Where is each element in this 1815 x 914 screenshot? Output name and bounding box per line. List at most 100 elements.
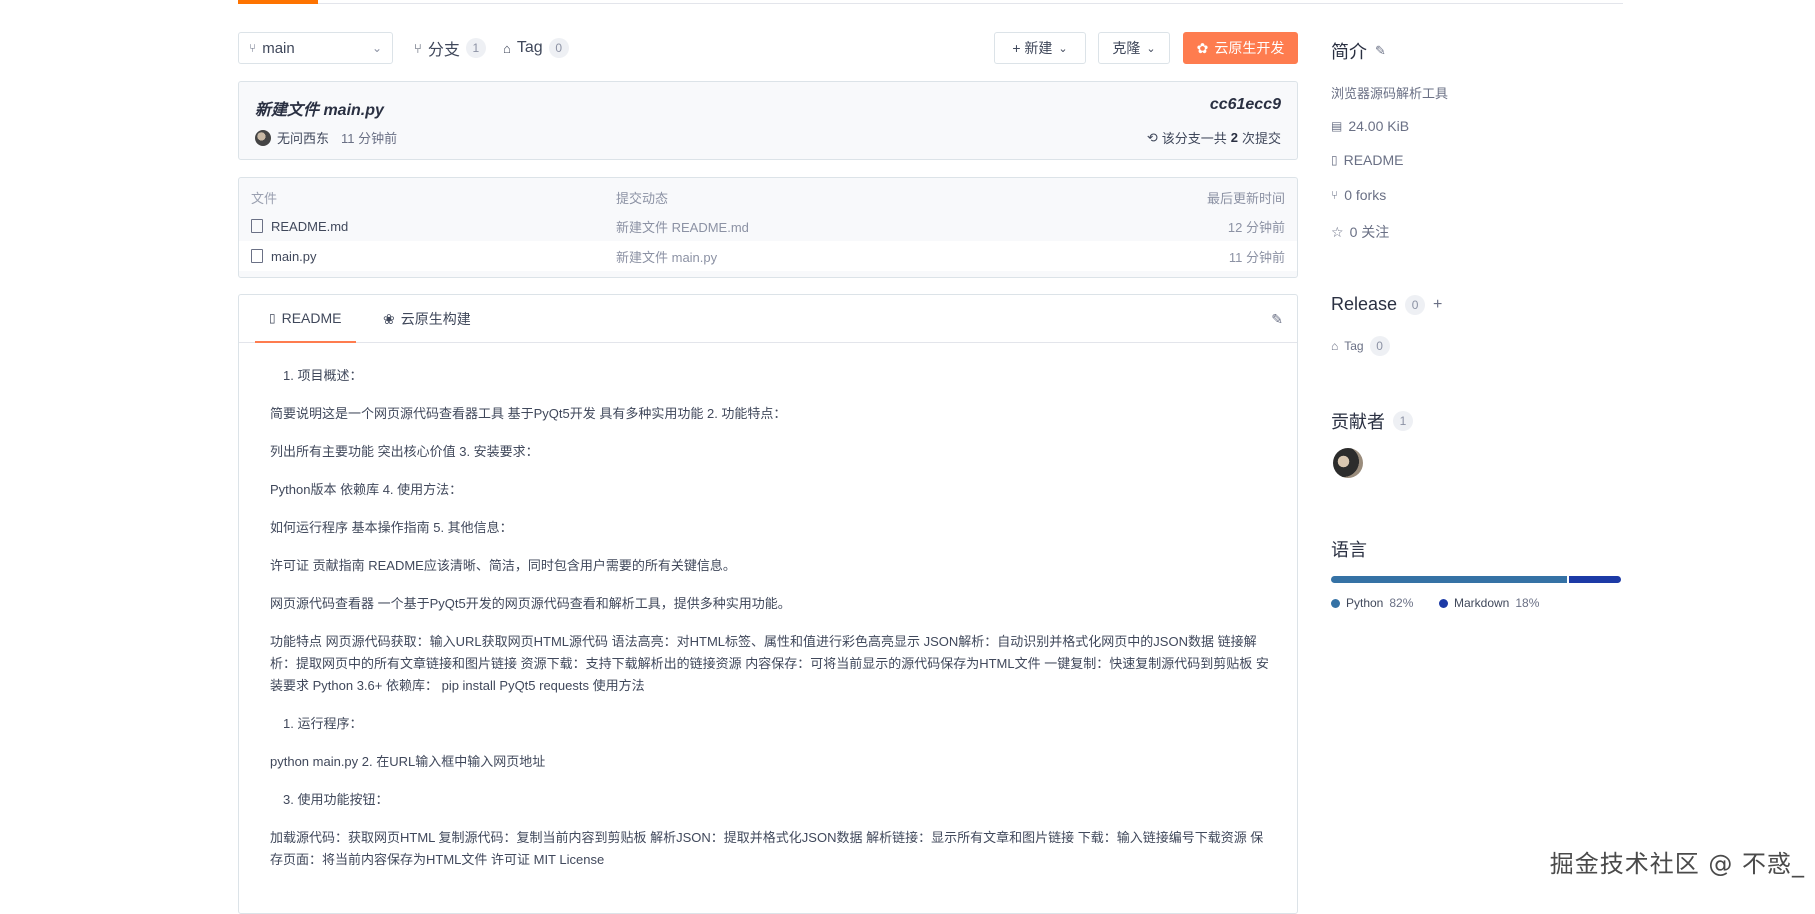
book-icon: ▯	[269, 311, 276, 325]
author-name[interactable]: 无问西东	[277, 128, 329, 147]
release-heading: Release 0 +	[1331, 294, 1442, 315]
book-icon: ▯	[1331, 153, 1338, 167]
language-bar	[1331, 576, 1621, 583]
file-name[interactable]: main.py	[271, 249, 317, 264]
readme-link[interactable]: ▯ README	[1331, 152, 1404, 168]
commit-hash[interactable]: cc61ecc9	[1210, 96, 1281, 114]
commit-count: 2	[1231, 130, 1238, 145]
avatar[interactable]	[1333, 448, 1363, 478]
readme-paragraph: 3. 使用功能按钮：	[270, 789, 1270, 811]
tab-cloud-build[interactable]: ❀ 云原生构建	[383, 295, 471, 343]
branch-icon: ⑂	[414, 41, 422, 56]
table-row[interactable]: README.md 新建文件 README.md 12 分钟前	[239, 211, 1297, 241]
cloud-build-icon: ❀	[383, 311, 395, 328]
new-button[interactable]: + 新建 ⌄	[994, 32, 1086, 64]
sidebar-tag-label: Tag	[1344, 339, 1363, 353]
commit-title[interactable]: 新建文件 main.py	[255, 96, 384, 120]
contributors-heading: 贡献者 1	[1331, 408, 1413, 434]
readme-panel: ▯ README ❀ 云原生构建 ✎ 1. 项目概述： 简要说明这是一个网页源代…	[238, 294, 1298, 914]
watch-label: 0 关注	[1350, 222, 1390, 242]
forks-link[interactable]: ⑂ 0 forks	[1331, 187, 1386, 203]
cloud-dev-label: 云原生开发	[1214, 38, 1284, 58]
tags-label: Tag	[517, 39, 543, 57]
tab-readme[interactable]: ▯ README	[255, 295, 356, 343]
tags-count: 0	[549, 38, 569, 58]
language-legend-markdown: Markdown 18%	[1439, 596, 1539, 610]
readme-paragraph: 简要说明这是一个网页源代码查看器工具 基于PyQt5开发 具有多种实用功能 2.…	[270, 403, 1270, 425]
commit-count-link[interactable]: ⟲ 该分支一共 2 次提交	[1147, 128, 1281, 147]
readme-paragraph: Python版本 依赖库 4. 使用方法：	[270, 479, 1270, 501]
markdown-dot-icon	[1439, 599, 1448, 608]
readme-paragraph: 加载源代码：获取网页HTML 复制源代码：复制当前内容到剪贴板 解析JSON：提…	[270, 827, 1270, 871]
branch-select[interactable]: ⑂ main ⌄	[238, 32, 393, 64]
avatar[interactable]	[255, 130, 271, 146]
tab-readme-label: README	[282, 310, 342, 326]
chevron-down-icon: ⌄	[372, 41, 382, 55]
contributors-title: 贡献者	[1331, 408, 1385, 434]
branches-count: 1	[466, 38, 486, 58]
watermark: 掘金技术社区 @ 不惑_	[1550, 844, 1805, 879]
file-icon	[251, 249, 263, 263]
header-commit: 提交动态	[616, 188, 668, 207]
table-row[interactable]: main.py 新建文件 main.py 11 分钟前	[239, 241, 1297, 271]
header-file: 文件	[251, 188, 277, 207]
watch-link[interactable]: ☆ 0 关注	[1331, 222, 1389, 242]
release-title[interactable]: Release	[1331, 294, 1397, 315]
python-dot-icon	[1331, 599, 1340, 608]
file-name[interactable]: README.md	[271, 219, 348, 234]
repo-size-value: 24.00 KiB	[1348, 118, 1409, 134]
branches-label: 分支	[428, 36, 460, 60]
language-legend-python: Python 82%	[1331, 596, 1413, 610]
repo-toolbar: ⑂ main ⌄ ⑂ 分支 1 ⌂ Tag 0 + 新建 ⌄ 克隆 ⌄ ✿ 云原…	[238, 32, 1298, 64]
file-commit-message[interactable]: 新建文件 main.py	[616, 247, 717, 266]
readme-paragraph: 许可证 贡献指南 README应该清晰、简洁，同时包含用户需要的所有关键信息。	[270, 555, 1270, 577]
readme-content: 1. 项目概述： 简要说明这是一个网页源代码查看器工具 基于PyQt5开发 具有…	[270, 365, 1270, 887]
chevron-down-icon: ⌄	[1058, 42, 1067, 55]
sidebar-tags-link[interactable]: ⌂ Tag 0	[1331, 336, 1390, 356]
star-icon: ☆	[1331, 224, 1344, 241]
active-tab-indicator	[238, 0, 318, 4]
new-label: + 新建	[1012, 38, 1052, 58]
chevron-down-icon: ⌄	[1146, 42, 1155, 55]
history-icon: ⟲	[1147, 130, 1158, 146]
sidebar-tag-count: 0	[1370, 336, 1390, 356]
file-icon	[251, 219, 263, 233]
readme-link-label: README	[1344, 152, 1404, 168]
table-header: 文件 提交动态 最后更新时间	[239, 182, 1297, 212]
tab-cloud-label: 云原生构建	[401, 309, 471, 329]
branches-link[interactable]: ⑂ 分支 1	[414, 32, 486, 64]
tags-link[interactable]: ⌂ Tag 0	[503, 32, 569, 64]
tag-icon: ⌂	[1331, 339, 1338, 353]
fork-icon: ⑂	[1331, 188, 1338, 202]
language-bar-python	[1331, 576, 1567, 583]
header-updated: 最后更新时间	[1207, 188, 1285, 207]
readme-tabs: ▯ README ❀ 云原生构建 ✎	[239, 295, 1297, 343]
commit-time: 11 分钟前	[341, 128, 397, 147]
add-release-button[interactable]: +	[1433, 296, 1442, 314]
cloud-dev-button[interactable]: ✿ 云原生开发	[1183, 32, 1298, 64]
language-bar-markdown	[1569, 576, 1621, 583]
language-percent: 18%	[1515, 596, 1539, 610]
readme-paragraph: python main.py 2. 在URL输入框中输入网页地址	[270, 751, 1270, 773]
language-name: Python	[1346, 596, 1383, 610]
branch-name: main	[262, 40, 295, 57]
clone-button[interactable]: 克隆 ⌄	[1098, 32, 1170, 64]
top-tab-underline	[238, 0, 1623, 4]
database-icon: ▤	[1331, 119, 1342, 133]
file-commit-message[interactable]: 新建文件 README.md	[616, 217, 749, 236]
repo-size: ▤ 24.00 KiB	[1331, 118, 1409, 134]
cloud-icon: ✿	[1197, 40, 1209, 57]
file-updated-time: 11 分钟前	[1229, 247, 1285, 266]
languages-title: 语言	[1331, 536, 1367, 562]
languages-heading: 语言	[1331, 536, 1367, 562]
tag-icon: ⌂	[503, 41, 511, 56]
commit-count-suffix: 次提交	[1242, 128, 1281, 147]
intro-title: 简介	[1331, 38, 1367, 64]
edit-icon[interactable]: ✎	[1375, 43, 1386, 59]
repo-description: 浏览器源码解析工具	[1331, 83, 1448, 102]
readme-paragraph: 1. 项目概述：	[270, 365, 1270, 387]
readme-paragraph: 网页源代码查看器 一个基于PyQt5开发的网页源代码查看和解析工具，提供多种实用…	[270, 593, 1270, 615]
forks-label: 0 forks	[1344, 187, 1386, 203]
commit-author: 无问西东 11 分钟前	[255, 128, 397, 147]
edit-icon[interactable]: ✎	[1271, 311, 1283, 328]
